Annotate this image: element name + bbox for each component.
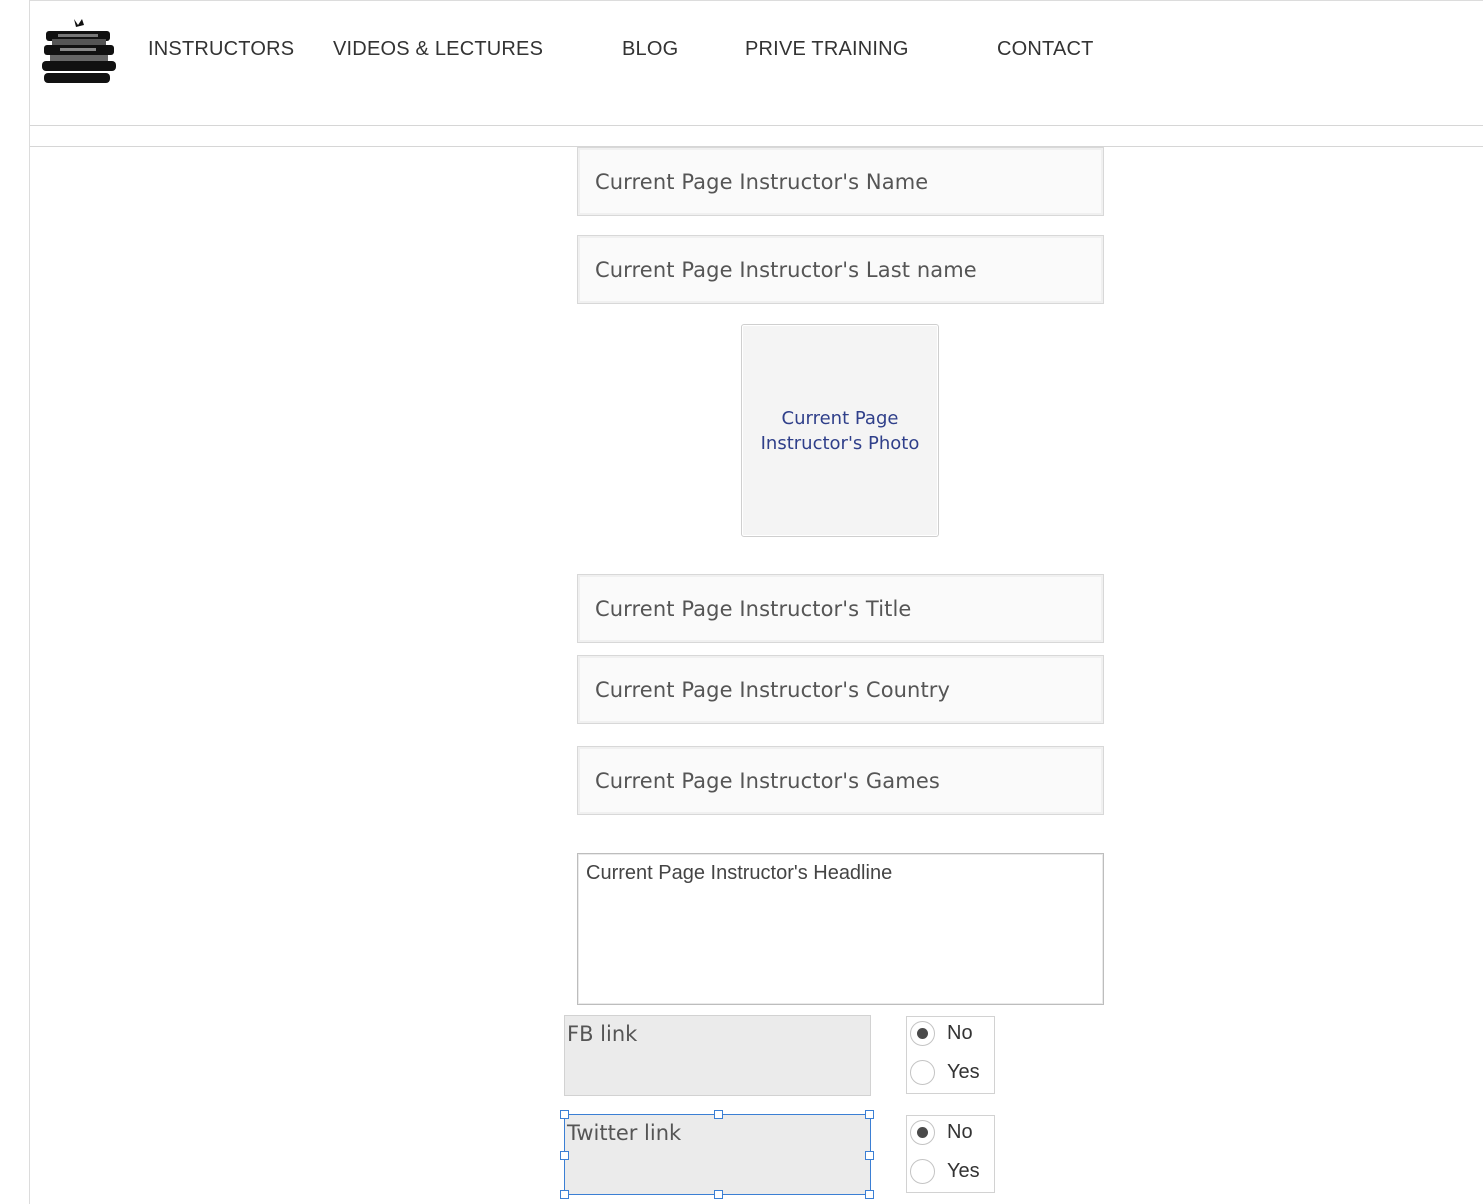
nav-blog[interactable]: BLOG [622,38,678,61]
fb-radio-yes-label: Yes [947,1061,980,1083]
nav-contact[interactable]: CONTACT [997,38,1094,61]
site-logo[interactable] [40,17,118,87]
fb-radio-yes[interactable]: Yes [907,1056,994,1090]
nav-instructors[interactable]: INSTRUCTORS [148,38,294,61]
radio-selected-icon [910,1021,935,1046]
header-divider [30,125,1483,126]
radio-selected-icon [910,1120,935,1145]
resize-handle-top[interactable] [714,1110,723,1119]
radio-unselected-icon [910,1159,935,1184]
resize-handle-bottom-left[interactable] [560,1190,569,1199]
resize-handle-top-left[interactable] [560,1110,569,1119]
nav-prive-training[interactable]: PRIVE TRAINING [745,38,909,61]
twitter-link-input[interactable]: Twitter link [564,1114,871,1195]
instructor-headline-textarea[interactable]: Current Page Instructor's Headline [577,853,1104,1005]
fb-link-input[interactable]: FB link [564,1015,871,1096]
instructor-games-field[interactable]: Current Page Instructor's Games [577,746,1104,815]
resize-handle-top-right[interactable] [865,1110,874,1119]
instructor-last-name-field[interactable]: Current Page Instructor's Last name [577,235,1104,304]
nav-videos-lectures[interactable]: VIDEOS & LECTURES [333,38,543,61]
instructor-title-field[interactable]: Current Page Instructor's Title [577,574,1104,643]
instructor-photo-label: Current Page Instructor's Photo [760,407,920,454]
fb-radio-no-label: No [947,1022,973,1044]
resize-handle-bottom-right[interactable] [865,1190,874,1199]
instructor-name-field[interactable]: Current Page Instructor's Name [577,147,1104,216]
twitter-visibility-radio-group: No Yes [906,1115,995,1193]
instructor-photo[interactable]: Current Page Instructor's Photo [741,324,939,537]
resize-handle-bottom[interactable] [714,1190,723,1199]
fb-radio-no[interactable]: No [907,1017,994,1051]
chess-pieces-logo-icon [42,19,116,83]
twitter-radio-no[interactable]: No [907,1116,994,1150]
resize-handle-left[interactable] [560,1151,569,1160]
fb-visibility-radio-group: No Yes [906,1016,995,1094]
twitter-radio-yes[interactable]: Yes [907,1155,994,1189]
radio-unselected-icon [910,1060,935,1085]
instructor-country-field[interactable]: Current Page Instructor's Country [577,655,1104,724]
resize-handle-right[interactable] [865,1151,874,1160]
twitter-radio-no-label: No [947,1121,973,1143]
twitter-radio-yes-label: Yes [947,1160,980,1182]
